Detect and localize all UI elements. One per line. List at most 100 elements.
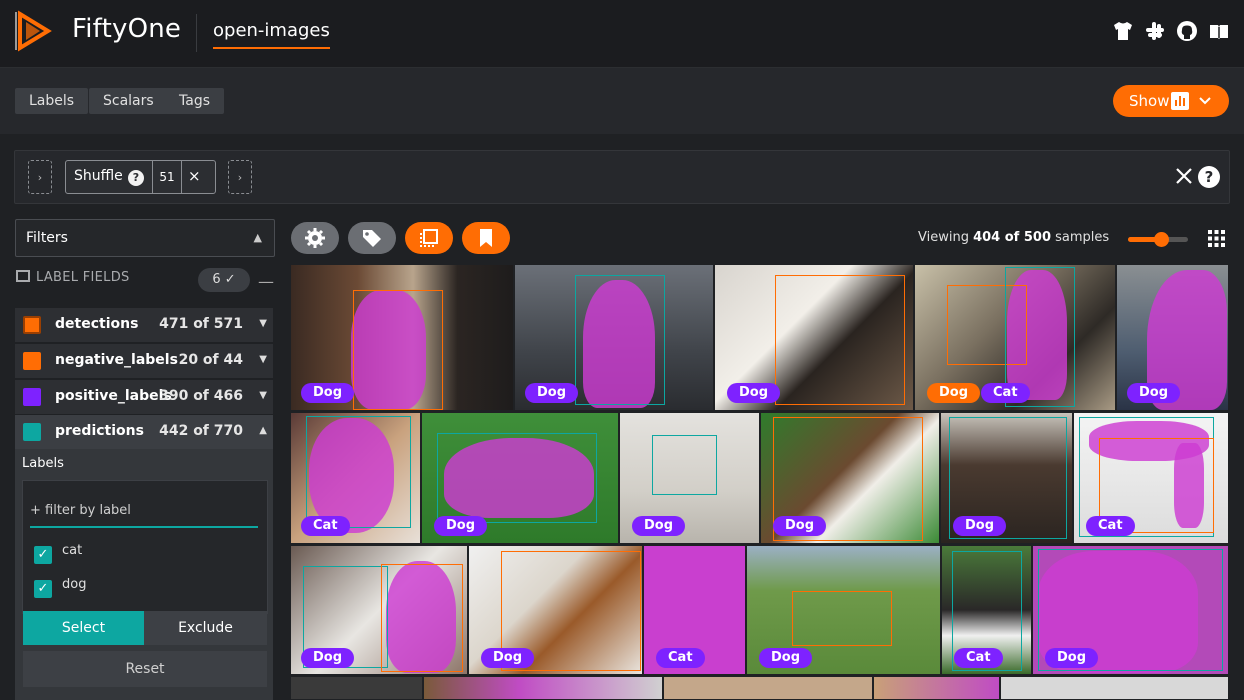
sample-tile[interactable]: Dog [290, 264, 514, 411]
label-badge: Cat [954, 648, 1003, 668]
viewing-number: 404 of 500 [973, 230, 1052, 245]
field-row-detections[interactable]: detections 471 of 571 ▼ [15, 308, 273, 342]
brand-name: FiftyOne [72, 14, 182, 44]
fiftyone-logo-icon[interactable] [14, 10, 56, 52]
sample-tile[interactable]: Dog [1116, 264, 1229, 411]
tab-labels[interactable]: Labels [15, 88, 89, 114]
show-button[interactable]: Show [1113, 85, 1229, 117]
bounding-box [775, 275, 905, 405]
tshirt-icon[interactable] [1112, 20, 1134, 42]
sample-tile[interactable] [290, 676, 423, 700]
sample-tile[interactable]: Dog [760, 412, 940, 544]
bounding-box [652, 435, 717, 495]
label-badge: Dog [953, 516, 1007, 536]
label-badge: Dog [632, 516, 686, 536]
sample-tile[interactable]: Dog [714, 264, 914, 411]
show-label: Show [1129, 92, 1170, 110]
tab-scalars[interactable]: Scalars [89, 88, 168, 114]
sample-tile[interactable]: Dog [421, 412, 619, 544]
label-option-text: dog [62, 577, 87, 592]
zoom-slider[interactable] [1128, 232, 1188, 247]
field-name: predictions [55, 423, 144, 439]
label-option-dog[interactable]: ✓ dog [34, 577, 86, 598]
dataset-name[interactable]: open-images [213, 20, 330, 49]
label-badge: Dog [434, 516, 488, 536]
sample-tile[interactable] [663, 676, 873, 700]
field-checkbox[interactable] [23, 316, 41, 334]
add-stage-right-button[interactable]: › [228, 160, 252, 194]
sample-tile[interactable]: Dog [290, 545, 468, 675]
sample-tile[interactable]: Cat [1073, 412, 1229, 544]
caret-up-icon[interactable]: ▲ [259, 425, 267, 436]
sample-tile[interactable]: Dog [1032, 545, 1229, 675]
label-option-cat[interactable]: ✓ cat [34, 543, 82, 564]
label-fields-icon [16, 270, 30, 282]
label-badge: Dog [301, 648, 355, 668]
slider-handle[interactable] [1154, 232, 1169, 247]
stage-value[interactable]: 51 [152, 161, 182, 193]
stage-name: Shuffle [74, 168, 123, 184]
bounding-box [792, 591, 892, 646]
reset-button[interactable]: Reset [23, 651, 267, 687]
tab-tags[interactable]: Tags [165, 88, 224, 114]
sample-tile[interactable] [1000, 676, 1229, 700]
label-badge: Cat [1086, 516, 1135, 536]
github-icon[interactable] [1176, 20, 1198, 42]
sample-tile[interactable]: Cat [643, 545, 746, 675]
help-icon[interactable]: ? [1198, 166, 1220, 188]
tag-button[interactable] [348, 222, 396, 254]
exclude-button[interactable]: Exclude [144, 611, 267, 645]
label-badge: Dog [727, 383, 781, 403]
field-row-predictions[interactable]: predictions 442 of 770 ▲ [15, 415, 273, 449]
field-count-pill[interactable]: 6 ✓ [198, 268, 250, 292]
stage-help-icon[interactable]: ? [128, 170, 144, 186]
sample-tile[interactable] [423, 676, 663, 700]
stage-remove-icon[interactable]: × [188, 167, 201, 185]
field-count: 471 of 571 [159, 316, 243, 332]
sample-tile[interactable]: Dog [514, 264, 714, 411]
sample-tile[interactable]: Dog [940, 412, 1073, 544]
caret-down-icon[interactable]: ▼ [259, 390, 267, 401]
filters-dropdown[interactable]: Filters ▲ [15, 219, 275, 257]
filters-label: Filters [26, 230, 68, 246]
add-stage-left-button[interactable]: › [28, 160, 52, 194]
field-checkbox[interactable] [23, 388, 41, 406]
label-fields-header: LABEL FIELDS [16, 270, 130, 285]
sample-tile[interactable]: Dog [468, 545, 643, 675]
sample-tile[interactable]: Cat [941, 545, 1032, 675]
bounding-box [306, 416, 411, 528]
collapse-icon[interactable]: — [258, 272, 274, 291]
label-badge: Dog [1045, 648, 1099, 668]
close-icon[interactable] [1174, 166, 1194, 186]
sample-tile[interactable]: Dog [746, 545, 941, 675]
field-row-positive-labels[interactable]: positive_labels 390 of 466 ▼ [15, 380, 273, 414]
sample-tile[interactable]: Dog Cat [914, 264, 1116, 411]
shuffle-stage[interactable]: Shuffle ? 51 × [65, 160, 216, 194]
book-icon[interactable] [1208, 20, 1230, 42]
select-button[interactable]: Select [23, 611, 144, 645]
checkbox-checked-icon[interactable]: ✓ [34, 546, 52, 564]
field-name: negative_labels [55, 352, 178, 368]
field-row-negative-labels[interactable]: negative_labels 20 of 44 ▼ [15, 344, 273, 378]
caret-down-icon[interactable]: ▼ [259, 318, 267, 329]
settings-button[interactable] [291, 222, 339, 254]
caret-down-icon[interactable]: ▼ [259, 354, 267, 365]
bookmark-button[interactable] [462, 222, 510, 254]
field-checkbox[interactable] [23, 352, 41, 370]
sample-tile[interactable] [873, 676, 1000, 700]
field-count: 390 of 466 [159, 388, 243, 404]
sample-tile[interactable]: Cat [290, 412, 421, 544]
checkbox-checked-icon[interactable]: ✓ [34, 580, 52, 598]
filter-by-label-input[interactable]: + filter by label [30, 500, 258, 528]
label-badge: Dog [759, 648, 813, 668]
label-badge: Cat [301, 516, 350, 536]
slack-icon[interactable] [1144, 20, 1166, 42]
label-option-text: cat [62, 543, 83, 558]
patches-button[interactable] [405, 222, 453, 254]
sample-tile[interactable]: Dog [619, 412, 760, 544]
field-checkbox[interactable] [23, 423, 41, 441]
grid-icon[interactable] [1208, 230, 1225, 247]
header-divider [196, 14, 197, 52]
viewing-prefix: Viewing [918, 230, 969, 245]
chevron-down-icon [1199, 97, 1211, 105]
